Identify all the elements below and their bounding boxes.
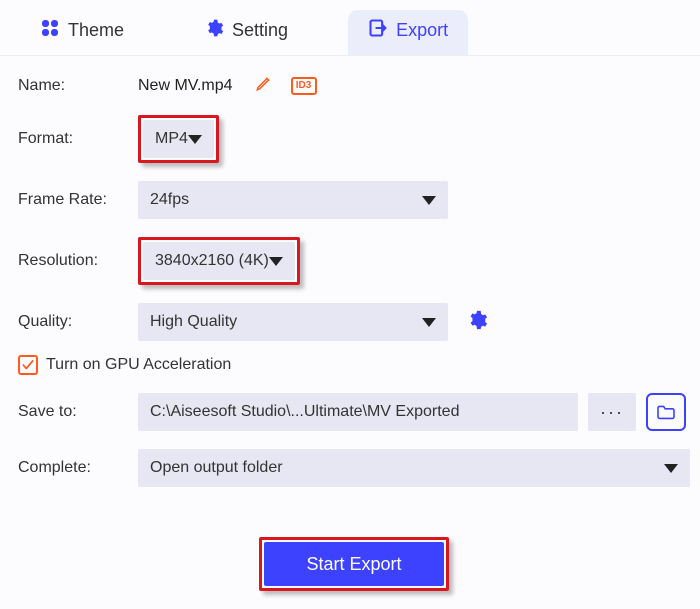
open-folder-button[interactable] — [646, 393, 686, 431]
quality-label: Quality: — [18, 313, 138, 331]
resolution-highlight: 3840x2160 (4K) — [138, 237, 300, 285]
chevron-down-icon — [188, 135, 202, 144]
name-label: Name: — [18, 77, 138, 95]
framerate-select[interactable]: 24fps — [138, 181, 448, 219]
gpu-checkbox[interactable] — [18, 355, 38, 375]
tab-theme[interactable]: Theme — [20, 10, 144, 55]
gpu-label: Turn on GPU Acceleration — [46, 356, 231, 374]
filename-text: New MV.mp4 — [138, 77, 233, 95]
chevron-down-icon — [422, 318, 436, 327]
start-export-button[interactable]: Start Export — [264, 542, 444, 586]
quality-value: High Quality — [150, 313, 237, 331]
export-button-highlight: Start Export — [259, 537, 449, 591]
complete-value: Open output folder — [150, 459, 283, 477]
tab-export-label: Export — [396, 20, 448, 41]
export-form: Name: New MV.mp4 ID3 Format: MP4 Frame R… — [0, 56, 700, 609]
resolution-value: 3840x2160 (4K) — [155, 252, 269, 270]
saveto-label: Save to: — [18, 403, 138, 421]
framerate-value: 24fps — [150, 191, 189, 209]
format-label: Format: — [18, 130, 138, 148]
format-highlight: MP4 — [138, 115, 219, 163]
edit-name-icon[interactable] — [255, 74, 273, 97]
quality-select[interactable]: High Quality — [138, 303, 448, 341]
chevron-down-icon — [422, 196, 436, 205]
theme-icon — [40, 18, 60, 43]
export-icon — [368, 18, 388, 43]
tab-setting-label: Setting — [232, 20, 288, 41]
saveto-value: C:\Aiseesoft Studio\...Ultimate\MV Expor… — [150, 403, 459, 421]
format-value: MP4 — [155, 130, 188, 148]
quality-settings-icon[interactable] — [466, 309, 488, 336]
gear-icon — [204, 18, 224, 43]
chevron-down-icon — [269, 257, 283, 266]
format-select[interactable]: MP4 — [143, 120, 214, 158]
saveto-field[interactable]: C:\Aiseesoft Studio\...Ultimate\MV Expor… — [138, 393, 578, 431]
tab-theme-label: Theme — [68, 20, 124, 41]
complete-select[interactable]: Open output folder — [138, 449, 690, 487]
id3-icon[interactable]: ID3 — [291, 77, 317, 95]
resolution-select[interactable]: 3840x2160 (4K) — [143, 242, 295, 280]
more-button[interactable]: ··· — [588, 393, 636, 431]
tab-bar: Theme Setting Export — [0, 0, 700, 56]
framerate-label: Frame Rate: — [18, 191, 138, 209]
tab-setting[interactable]: Setting — [184, 10, 308, 55]
tab-export[interactable]: Export — [348, 10, 468, 55]
resolution-label: Resolution: — [18, 252, 138, 270]
complete-label: Complete: — [18, 459, 138, 477]
chevron-down-icon — [664, 464, 678, 473]
